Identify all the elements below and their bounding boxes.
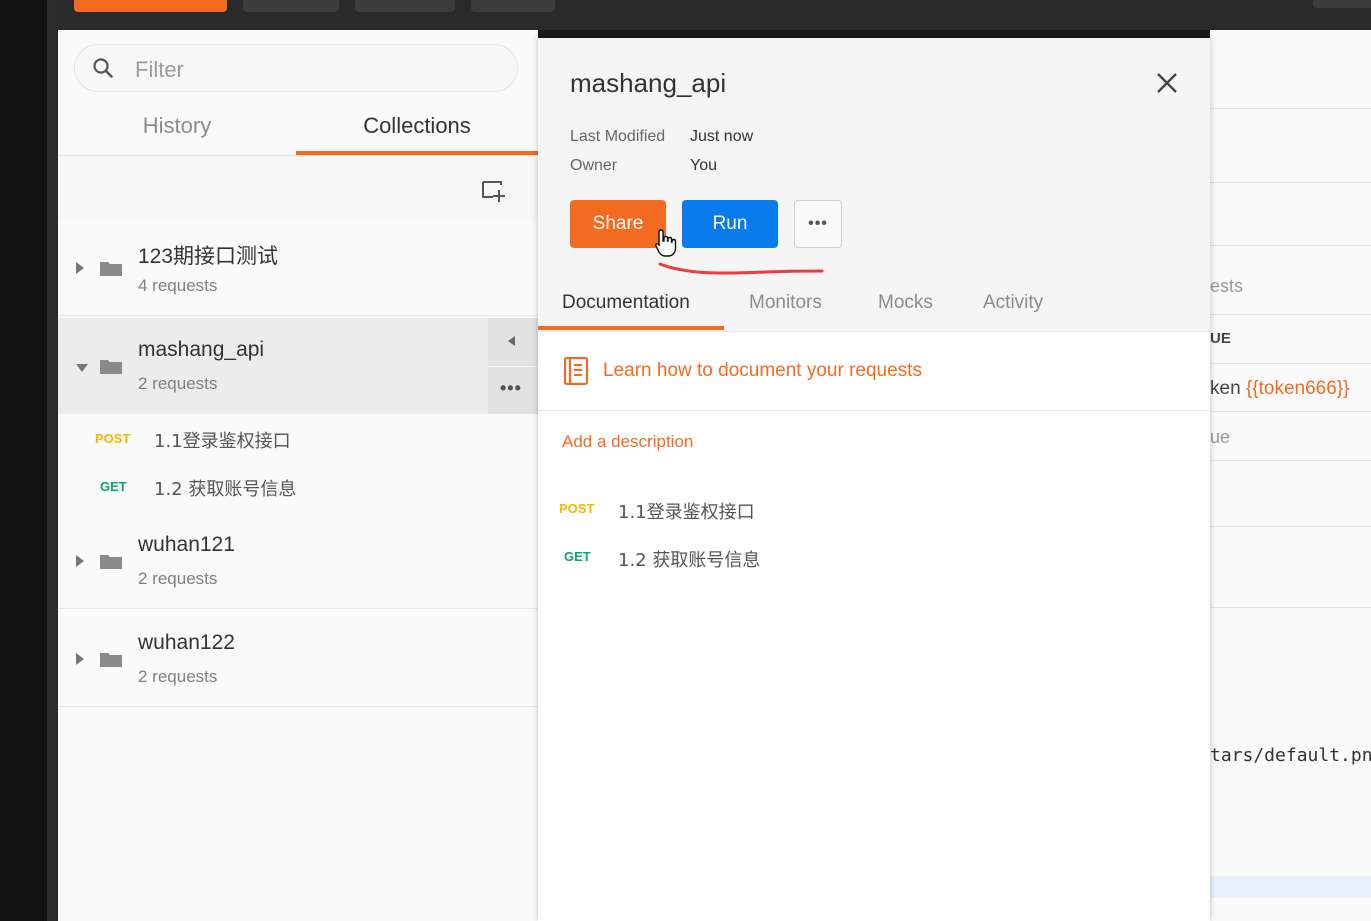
run-button[interactable]: Run: [682, 200, 778, 248]
divider: [1210, 363, 1371, 364]
collection-name: wuhan121: [138, 533, 235, 556]
method-badge: GET: [564, 549, 591, 564]
response-url-fragment: tars/default.png: [1210, 745, 1371, 766]
divider: [1210, 460, 1371, 461]
last-modified-value: Just now: [690, 128, 754, 145]
folder-icon: [100, 555, 122, 569]
collection-count: 4 requests: [138, 276, 218, 295]
token-variable: {{token666}}: [1245, 378, 1350, 399]
collapse-caret-icon[interactable]: [76, 364, 88, 372]
collapse-panel-icon[interactable]: [508, 336, 515, 346]
collection-count: 2 requests: [138, 569, 218, 588]
window-border: [47, 0, 58, 921]
tab-monitors[interactable]: Monitors: [749, 292, 822, 328]
method-badge: POST: [559, 501, 595, 516]
share-button[interactable]: Share: [570, 200, 666, 248]
request-item-login[interactable]: POST 1.1登录鉴权接口: [58, 416, 538, 464]
request-builder-background: ests UE ken {{token666}} ue tars/default…: [1210, 30, 1371, 921]
folder-icon: [100, 360, 122, 374]
collection-name: mashang_api: [138, 338, 265, 361]
token-header-fragment: ken {{token666}}: [1210, 378, 1350, 400]
panel-title: mashang_api: [570, 68, 727, 98]
top-toolbar: [58, 0, 1371, 30]
doc-request-item-login[interactable]: POST 1.1登录鉴权接口: [538, 487, 1210, 531]
book-icon: [564, 357, 588, 385]
runner-button[interactable]: [355, 0, 455, 12]
panel-header: mashang_api Last Modified Just now Owner…: [538, 38, 1210, 332]
selected-line-highlight: [1210, 876, 1371, 898]
token-prefix: ken: [1210, 378, 1246, 399]
new-collection-icon[interactable]: [480, 176, 508, 204]
last-modified-label: Last Modified: [570, 128, 666, 145]
owner-value: You: [690, 157, 717, 174]
divider: [1210, 108, 1371, 109]
tab-activity[interactable]: Activity: [983, 292, 1043, 328]
filter-input[interactable]: [133, 55, 497, 85]
tab-documentation[interactable]: Documentation: [562, 292, 690, 328]
annotation-underline: [658, 262, 824, 275]
collection-details-panel: mashang_api Last Modified Just now Owner…: [538, 38, 1210, 921]
owner-label: Owner: [570, 157, 618, 174]
request-item-account-info[interactable]: GET 1.2 获取账号信息: [58, 464, 538, 512]
divider: [1210, 607, 1371, 608]
divider: [1210, 526, 1371, 527]
collections-toolbar: [58, 156, 538, 221]
learn-docs-link[interactable]: Learn how to document your requests: [603, 360, 922, 382]
left-window-edge: [0, 0, 47, 921]
method-badge: GET: [100, 479, 127, 494]
tab-collections[interactable]: Collections: [296, 108, 538, 155]
more-actions-button[interactable]: •••: [794, 200, 842, 248]
folder-icon: [100, 262, 122, 276]
divider: [1210, 314, 1371, 315]
collection-name: 123期接口测试: [138, 245, 279, 268]
search-icon: [93, 58, 113, 78]
divider: [1210, 245, 1371, 246]
more-options-icon[interactable]: •••: [500, 378, 522, 399]
collection-item-wuhan121[interactable]: wuhan121 2 requests: [58, 513, 538, 609]
divider: [1210, 182, 1371, 183]
expand-caret-icon[interactable]: [76, 262, 84, 274]
collection-actions: •••: [488, 318, 538, 414]
request-name: 1.1登录鉴权接口: [154, 431, 291, 452]
filter-box: [74, 44, 518, 92]
collection-item-wuhan122[interactable]: wuhan122 2 requests: [58, 611, 538, 707]
value-placeholder-fragment: ue: [1210, 427, 1231, 447]
collection-count: 2 requests: [138, 374, 218, 393]
collection-name: wuhan122: [138, 631, 235, 654]
expand-caret-icon[interactable]: [76, 653, 84, 665]
active-tab-indicator: [538, 326, 724, 330]
learn-banner: Learn how to document your requests: [538, 332, 1210, 411]
hand-cursor-icon: [655, 229, 677, 257]
open-new-button[interactable]: [471, 0, 555, 12]
collection-count: 2 requests: [138, 667, 218, 686]
new-button[interactable]: [74, 0, 227, 12]
request-name: 1.1登录鉴权接口: [618, 502, 755, 523]
request-name: 1.2 获取账号信息: [618, 550, 761, 571]
add-description-link[interactable]: Add a description: [562, 432, 693, 452]
value-header-fragment: UE: [1210, 330, 1231, 347]
tab-mocks[interactable]: Mocks: [878, 292, 933, 328]
actions-divider: [488, 366, 538, 367]
import-button[interactable]: [243, 0, 339, 12]
collection-item-123[interactable]: 123期接口测试 4 requests: [58, 220, 538, 316]
tab-history[interactable]: History: [58, 108, 296, 152]
expand-caret-icon[interactable]: [76, 555, 84, 567]
sidebar: History Collections 123期接口测试 4 requests …: [58, 30, 538, 921]
toolbar-right-control[interactable]: [1313, 0, 1371, 8]
request-name: 1.2 获取账号信息: [154, 479, 297, 500]
requests-fragment: ests: [1210, 276, 1244, 296]
folder-icon: [100, 653, 122, 667]
method-badge: POST: [95, 431, 131, 446]
divider: [1210, 411, 1371, 412]
close-icon[interactable]: [1154, 70, 1180, 96]
collection-item-mashang-api[interactable]: mashang_api 2 requests •••: [58, 318, 538, 414]
doc-request-item-account-info[interactable]: GET 1.2 获取账号信息: [538, 535, 1210, 579]
